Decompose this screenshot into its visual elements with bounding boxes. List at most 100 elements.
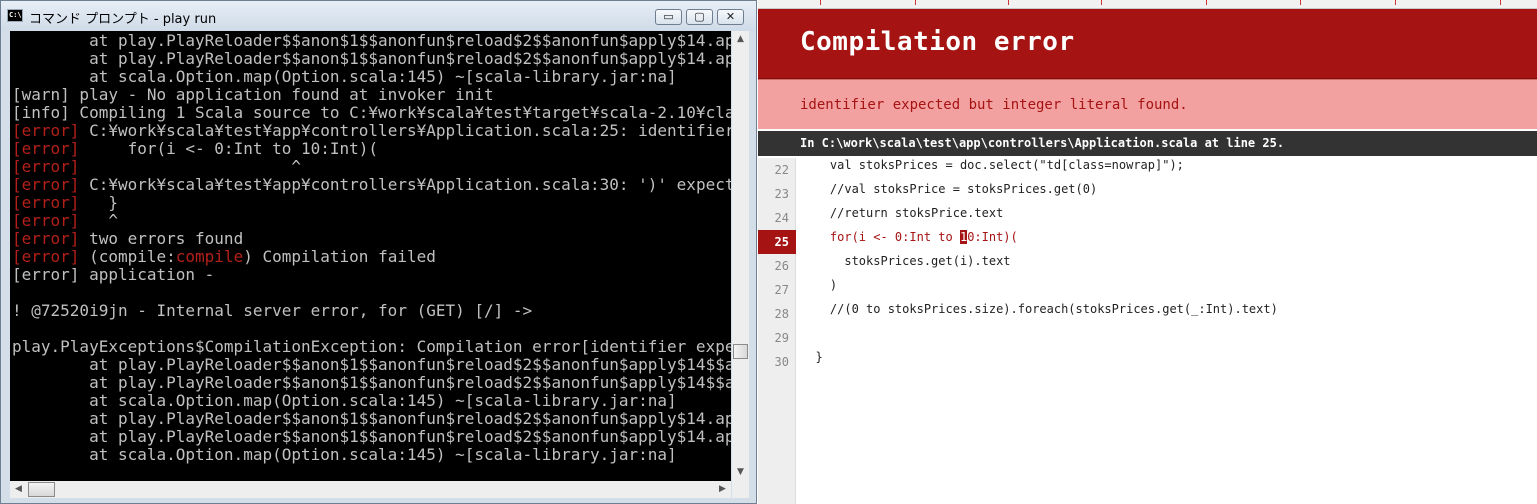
error-header: Compilation error — [758, 9, 1537, 79]
line-number: 27 — [758, 278, 796, 302]
error-code-line: 25 for(i <- 0:Int to 10:Int)( — [758, 230, 1537, 254]
console-line-text: ) Compilation failed — [243, 247, 436, 266]
console-line: [info] Compiling 1 Scala source to C:¥wo… — [12, 103, 731, 122]
console-line: [error] (compile:compile) Compilation fa… — [12, 247, 436, 266]
tab-divider — [1500, 0, 1501, 5]
console-line: at play.PlayReloader$$anon$1$$anonfun$re… — [12, 31, 731, 50]
console-line-text: at scala.Option.map(Option.scala:145) ~[… — [12, 67, 677, 86]
console-line: [error] two errors found — [12, 229, 244, 248]
error-tag: [error] — [12, 175, 80, 194]
console-line-text: at play.PlayReloader$$anon$1$$anonfun$re… — [12, 31, 731, 50]
tab-divider — [1101, 0, 1102, 5]
console-line: at scala.Option.map(Option.scala:145) ~[… — [12, 67, 677, 86]
console-line-text: ^ — [79, 157, 301, 176]
code-line: 26 stoksPrices.get(i).text — [758, 254, 1537, 278]
console-line-text: [info] Compiling 1 Scala source to C:¥wo… — [12, 103, 731, 122]
console-line: at scala.Option.map(Option.scala:145) ~[… — [12, 391, 677, 410]
command-prompt-window: C:\ コマンド プロンプト - play run ▭ ▢ ✕ at play.… — [0, 0, 757, 504]
console-line-text: play.PlayExceptions$CompilationException… — [12, 337, 731, 356]
source-code-view: 22 val stoksPrices = doc.select("td[clas… — [758, 156, 1537, 504]
compile-tag: compile — [175, 247, 244, 266]
code-line: 30 } — [758, 350, 1537, 374]
console-line: [error] C:¥work¥scala¥test¥app¥controlle… — [12, 121, 731, 140]
line-number: 26 — [758, 254, 796, 278]
code-line: 23 //val stoksPrice = stoksPrices.get(0) — [758, 182, 1537, 206]
error-tag: [error] — [12, 211, 80, 230]
scrollbar-corner — [732, 481, 749, 498]
error-location-bar: In C:\work\scala\test\app\controllers\Ap… — [758, 131, 1537, 156]
maximize-icon: ▢ — [694, 10, 705, 23]
tab-divider — [820, 0, 821, 5]
code-text: ) — [801, 278, 838, 292]
console-line: at play.PlayReloader$$anon$1$$anonfun$re… — [12, 427, 731, 446]
code-text: stoksPrices.get(i).text — [801, 254, 1011, 268]
minimize-icon: ▭ — [663, 10, 674, 23]
error-location: In C:\work\scala\test\app\controllers\Ap… — [800, 136, 1285, 150]
minimize-button[interactable]: ▭ — [655, 9, 682, 25]
console-line: at play.PlayReloader$$anon$1$$anonfun$re… — [12, 373, 731, 392]
console-line-text: [error] application - — [12, 265, 215, 284]
console-line-text: C:¥work¥scala¥test¥app¥controllers¥Appli… — [79, 121, 731, 140]
console-line-text: two errors found — [79, 229, 244, 248]
console-line: [error] C:¥work¥scala¥test¥app¥controlle… — [12, 175, 731, 194]
window-title-bar[interactable]: C:\ コマンド プロンプト - play run ▭ ▢ ✕ — [1, 1, 756, 31]
scroll-down-arrow-icon[interactable]: ▼ — [732, 464, 749, 481]
console-line: [error] } — [12, 193, 118, 212]
line-number: 23 — [758, 182, 796, 206]
console-line: play.PlayExceptions$CompilationException… — [12, 337, 731, 356]
code-line: 22 val stoksPrices = doc.select("td[clas… — [758, 158, 1537, 182]
console-app-icon: C:\ — [7, 9, 23, 22]
line-number: 28 — [758, 302, 796, 326]
line-number: 25 — [758, 230, 796, 254]
code-line: 28 //(0 to stoksPrices.size).foreach(sto… — [758, 302, 1537, 326]
code-line: 24 //return stoksPrice.text — [758, 206, 1537, 230]
code-text: //(0 to stoksPrices.size).foreach(stoksP… — [801, 302, 1278, 316]
console-line: [error] application - — [12, 265, 215, 284]
console-line-text: at play.PlayReloader$$anon$1$$anonfun$re… — [12, 373, 731, 392]
error-tag: [error] — [12, 139, 80, 158]
console-line-text: ! @72520i9jn - Internal server error, fo… — [12, 301, 533, 320]
error-tag: [error] — [12, 193, 80, 212]
line-number: 29 — [758, 326, 796, 350]
tab-divider — [1206, 0, 1207, 5]
code-text: } — [801, 350, 823, 364]
console-line-text: C:¥work¥scala¥test¥app¥controllers¥Appli… — [79, 175, 731, 194]
browser-tab-strip[interactable] — [758, 0, 1537, 9]
code-text: val stoksPrices = doc.select("td[class=n… — [801, 158, 1184, 172]
code-text: //val stoksPrice = stoksPrices.get(0) — [801, 182, 1098, 196]
tab-divider — [915, 0, 916, 5]
line-number-gutter — [758, 372, 796, 504]
console-line: at play.PlayReloader$$anon$1$$anonfun$re… — [12, 49, 731, 68]
line-number: 24 — [758, 206, 796, 230]
close-button[interactable]: ✕ — [717, 9, 744, 25]
maximize-button[interactable]: ▢ — [686, 9, 713, 25]
console-line-text: at play.PlayReloader$$anon$1$$anonfun$re… — [12, 49, 731, 68]
console-line-text: for(i <- 0:Int to 10:Int)( — [79, 139, 379, 158]
vertical-scroll-thumb[interactable] — [733, 344, 748, 359]
console-output[interactable]: at play.PlayReloader$$anon$1$$anonfun$re… — [10, 31, 731, 481]
window-title: コマンド プロンプト - play run — [29, 12, 217, 27]
console-line: at play.PlayReloader$$anon$1$$anonfun$re… — [12, 409, 731, 428]
console-line-text: } — [79, 193, 118, 212]
horizontal-scrollbar[interactable]: ◀ ▶ — [10, 481, 731, 498]
error-message-bar: identifier expected but integer literal … — [758, 79, 1537, 129]
close-icon: ✕ — [725, 10, 736, 23]
scroll-left-arrow-icon[interactable]: ◀ — [10, 481, 27, 498]
error-tag: [error] — [12, 121, 80, 140]
code-text: for(i <- 0:Int to 10:Int)( — [801, 230, 1018, 254]
error-title: Compilation error — [800, 27, 1075, 57]
tab-divider — [1008, 0, 1009, 5]
error-tag: [error] — [12, 247, 80, 266]
console-line: [warn] play - No application found at in… — [12, 85, 494, 104]
console-line-text: at scala.Option.map(Option.scala:145) ~[… — [12, 391, 677, 410]
code-after-error: 0:Int)( — [967, 230, 1018, 244]
vertical-scrollbar[interactable]: ▲ ▼ — [732, 31, 749, 481]
console-line-text: ^ — [79, 211, 118, 230]
console-line: [error] ^ — [12, 211, 118, 230]
console-line-text: (compile: — [79, 247, 176, 266]
scroll-up-arrow-icon[interactable]: ▲ — [732, 31, 749, 48]
console-line: [error] ^ — [12, 157, 301, 176]
horizontal-scroll-thumb[interactable] — [28, 482, 55, 497]
error-tag: [error] — [12, 229, 80, 248]
scroll-right-arrow-icon[interactable]: ▶ — [714, 481, 731, 498]
